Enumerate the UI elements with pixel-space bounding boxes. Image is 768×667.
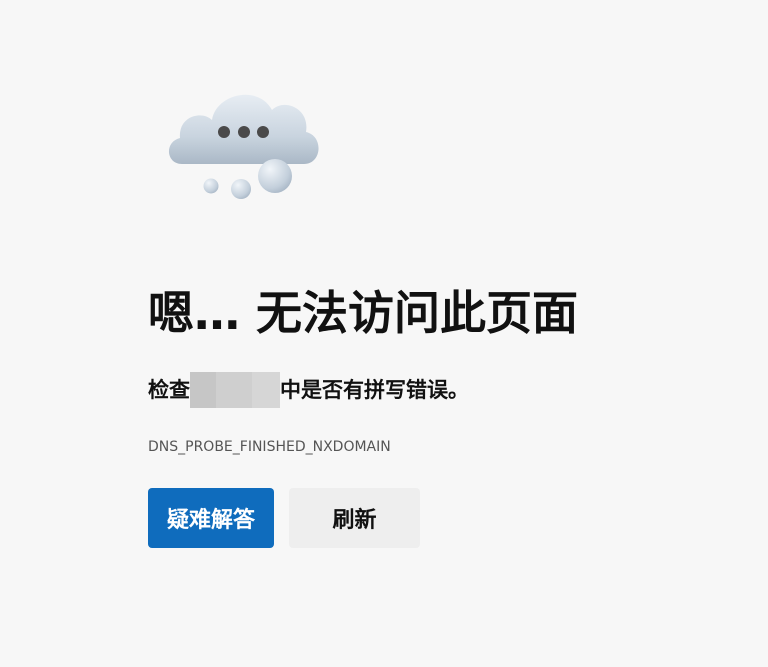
page-subtitle: 检查 中是否有拼写错误。 bbox=[148, 372, 469, 408]
cloud-with-ellipsis-icon bbox=[168, 94, 319, 199]
redacted-domain bbox=[190, 372, 280, 408]
subtitle-prefix: 检查 bbox=[148, 378, 190, 402]
troubleshoot-button[interactable]: 疑难解答 bbox=[148, 488, 274, 548]
page-title: 嗯… 无法访问此页面 bbox=[148, 286, 579, 340]
refresh-button[interactable]: 刷新 bbox=[289, 488, 420, 548]
error-page: 嗯… 无法访问此页面 检查 中是否有拼写错误。 DNS_PROBE_FINISH… bbox=[0, 0, 768, 667]
error-code: DNS_PROBE_FINISHED_NXDOMAIN bbox=[148, 439, 391, 455]
subtitle-suffix: 中是否有拼写错误。 bbox=[280, 378, 469, 402]
